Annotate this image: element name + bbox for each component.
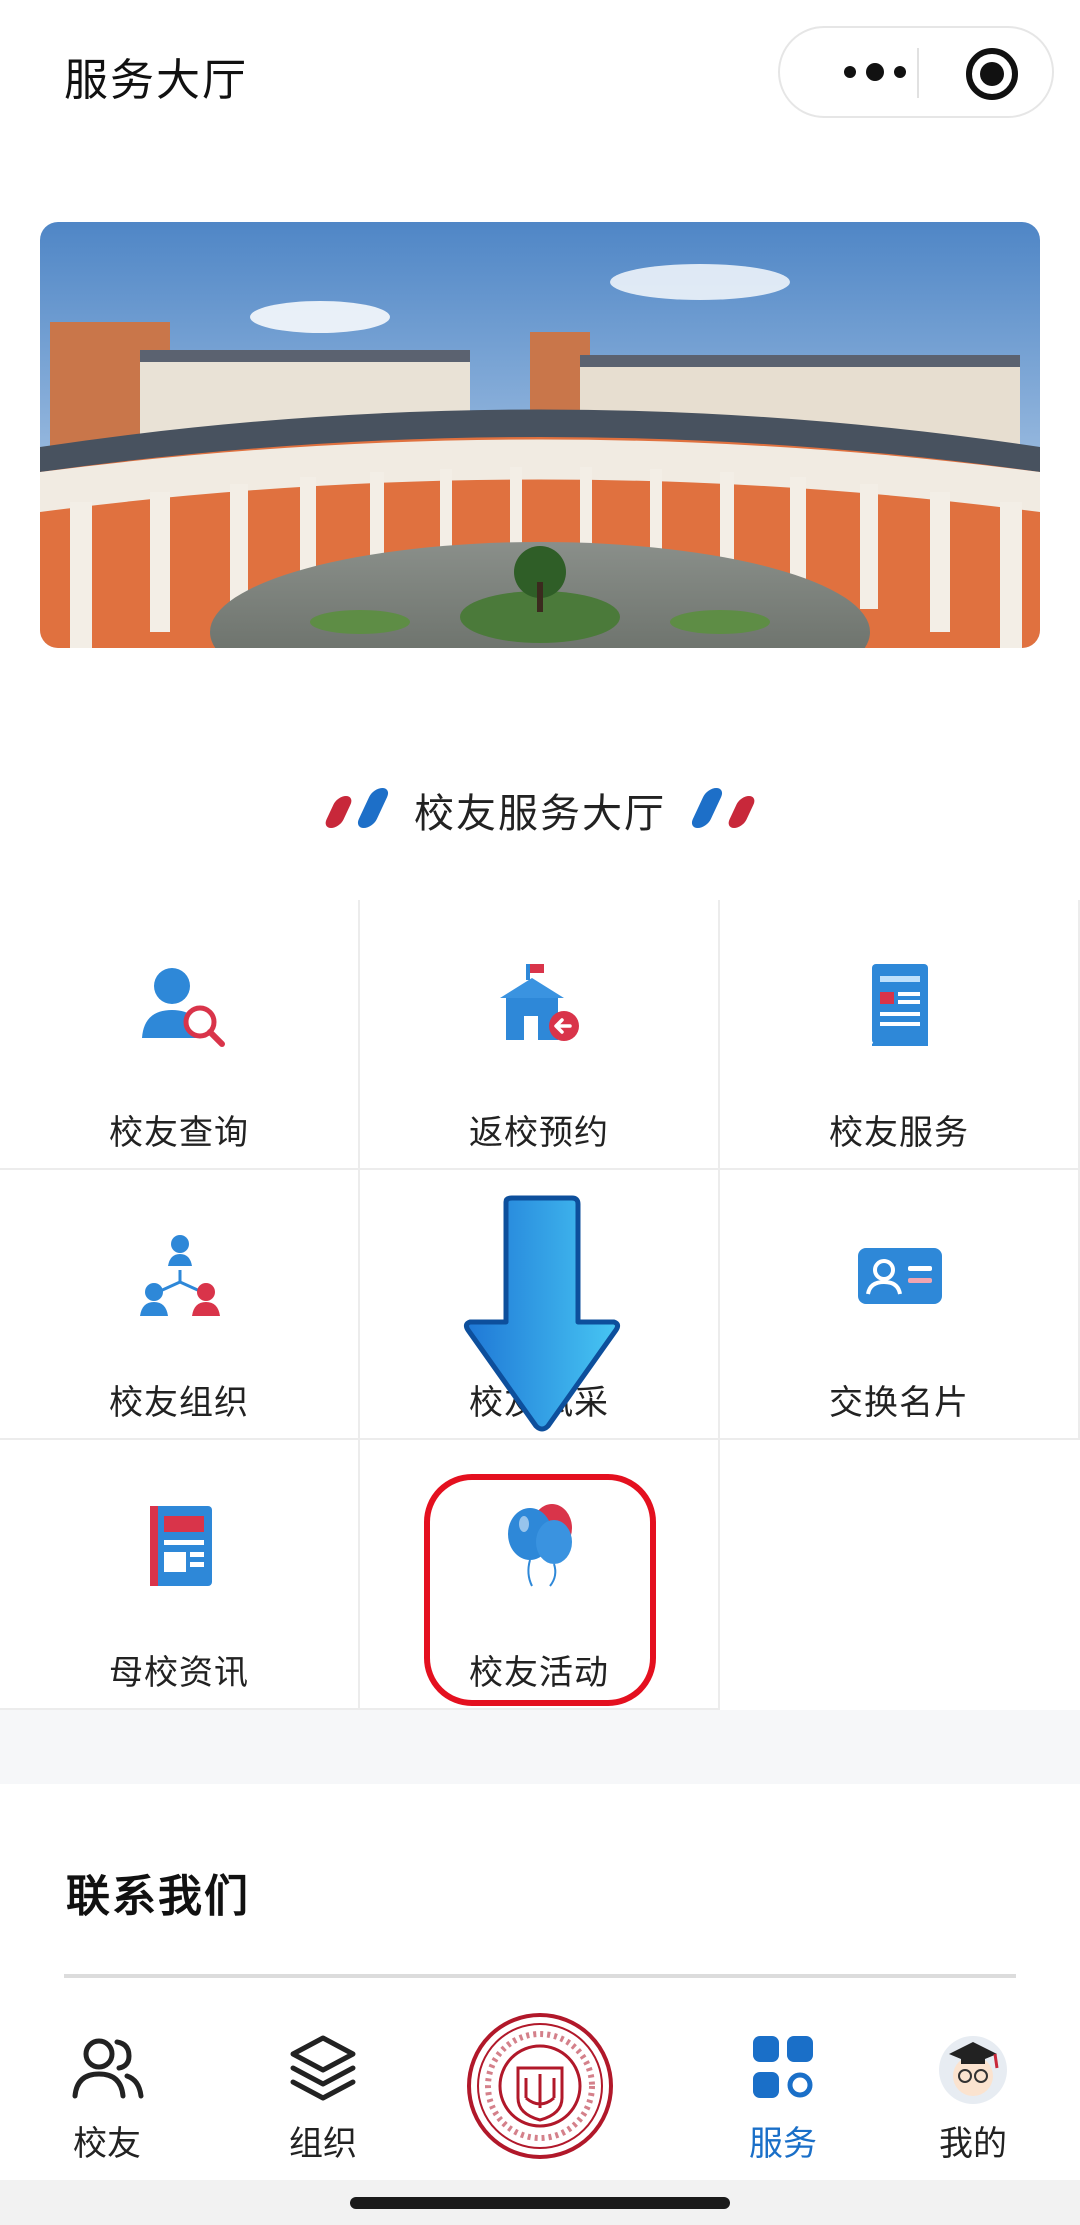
style-icon xyxy=(506,1246,574,1306)
university-logo[interactable] xyxy=(466,2012,614,2160)
slash-blue-icon xyxy=(688,788,726,828)
section-heading: 校友服务大厅 xyxy=(0,770,1080,850)
service-document-icon xyxy=(872,964,928,1046)
tab-label: 组织 xyxy=(289,2124,357,2164)
grid-icon xyxy=(753,2036,813,2098)
grid-item-label: 校友活动 xyxy=(469,1653,609,1693)
grid-item-alumni-search[interactable]: 校友查询 xyxy=(0,900,360,1170)
grid-item-alumni-style[interactable]: 校友风采 xyxy=(360,1170,720,1440)
top-bar: 服务大厅 xyxy=(0,0,1080,150)
service-grid: 校友查询 返校预约 校友服务 校友组织 校友风采 交换名片 母校资讯 校友活动 xyxy=(0,900,1080,1710)
people-icon xyxy=(72,2038,144,2099)
slash-red-icon xyxy=(725,796,758,828)
tab-service[interactable]: 服务 xyxy=(698,1980,868,2180)
alumni-search-icon xyxy=(142,968,225,1047)
slash-blue-icon xyxy=(354,788,392,828)
grid-item-label: 母校资讯 xyxy=(109,1653,249,1693)
decorative-slashes-right xyxy=(688,788,758,832)
campus-banner[interactable] xyxy=(40,222,1040,648)
tab-mine[interactable]: 我的 xyxy=(888,1980,1058,2180)
tab-label: 我的 xyxy=(939,2124,1007,2164)
tab-alumni[interactable]: 校友 xyxy=(22,1980,192,2180)
organization-icon xyxy=(140,1235,220,1316)
tab-label: 校友 xyxy=(73,2124,141,2164)
slash-red-icon xyxy=(322,796,355,828)
grid-item-return-school[interactable]: 返校预约 xyxy=(360,900,720,1170)
contact-title: 联系我们 xyxy=(66,1871,250,1922)
section-separator xyxy=(0,1710,1080,1784)
decorative-slashes-left xyxy=(322,788,392,832)
campus-building-image xyxy=(40,222,1040,648)
grid-item-label: 交换名片 xyxy=(829,1383,969,1423)
grid-item-label: 校友风采 xyxy=(469,1383,609,1423)
page-title: 服务大厅 xyxy=(64,55,248,106)
balloons-icon xyxy=(508,1504,572,1587)
grid-item-school-news[interactable]: 母校资讯 xyxy=(0,1440,360,1710)
business-card-icon xyxy=(858,1248,942,1304)
grid-item-label: 校友服务 xyxy=(829,1113,969,1153)
grid-item-label: 校友组织 xyxy=(109,1383,249,1423)
grid-item-alumni-organization[interactable]: 校友组织 xyxy=(0,1170,360,1440)
tab-label: 服务 xyxy=(749,2124,817,2164)
section-title: 校友服务大厅 xyxy=(414,791,666,837)
grid-item-label: 校友查询 xyxy=(109,1113,249,1153)
grid-item-label: 返校预约 xyxy=(469,1113,609,1153)
capsule-divider xyxy=(917,48,919,98)
more-options-icon[interactable] xyxy=(820,28,930,116)
mini-program-capsule xyxy=(778,26,1054,118)
contact-divider xyxy=(64,1974,1016,1978)
close-target-icon[interactable] xyxy=(966,48,1018,100)
home-indicator[interactable] xyxy=(350,2197,730,2209)
tab-organization[interactable]: 组织 xyxy=(238,1980,408,2180)
grid-item-exchange-card[interactable]: 交换名片 xyxy=(720,1170,1080,1440)
news-icon xyxy=(150,1506,212,1586)
return-school-icon xyxy=(500,964,579,1041)
grid-empty-cell xyxy=(720,1440,1080,1710)
grid-item-alumni-service[interactable]: 校友服务 xyxy=(720,900,1080,1170)
grid-item-alumni-activity[interactable]: 校友活动 xyxy=(360,1440,720,1710)
layers-icon xyxy=(290,2035,356,2101)
avatar-icon xyxy=(939,2036,1007,2104)
